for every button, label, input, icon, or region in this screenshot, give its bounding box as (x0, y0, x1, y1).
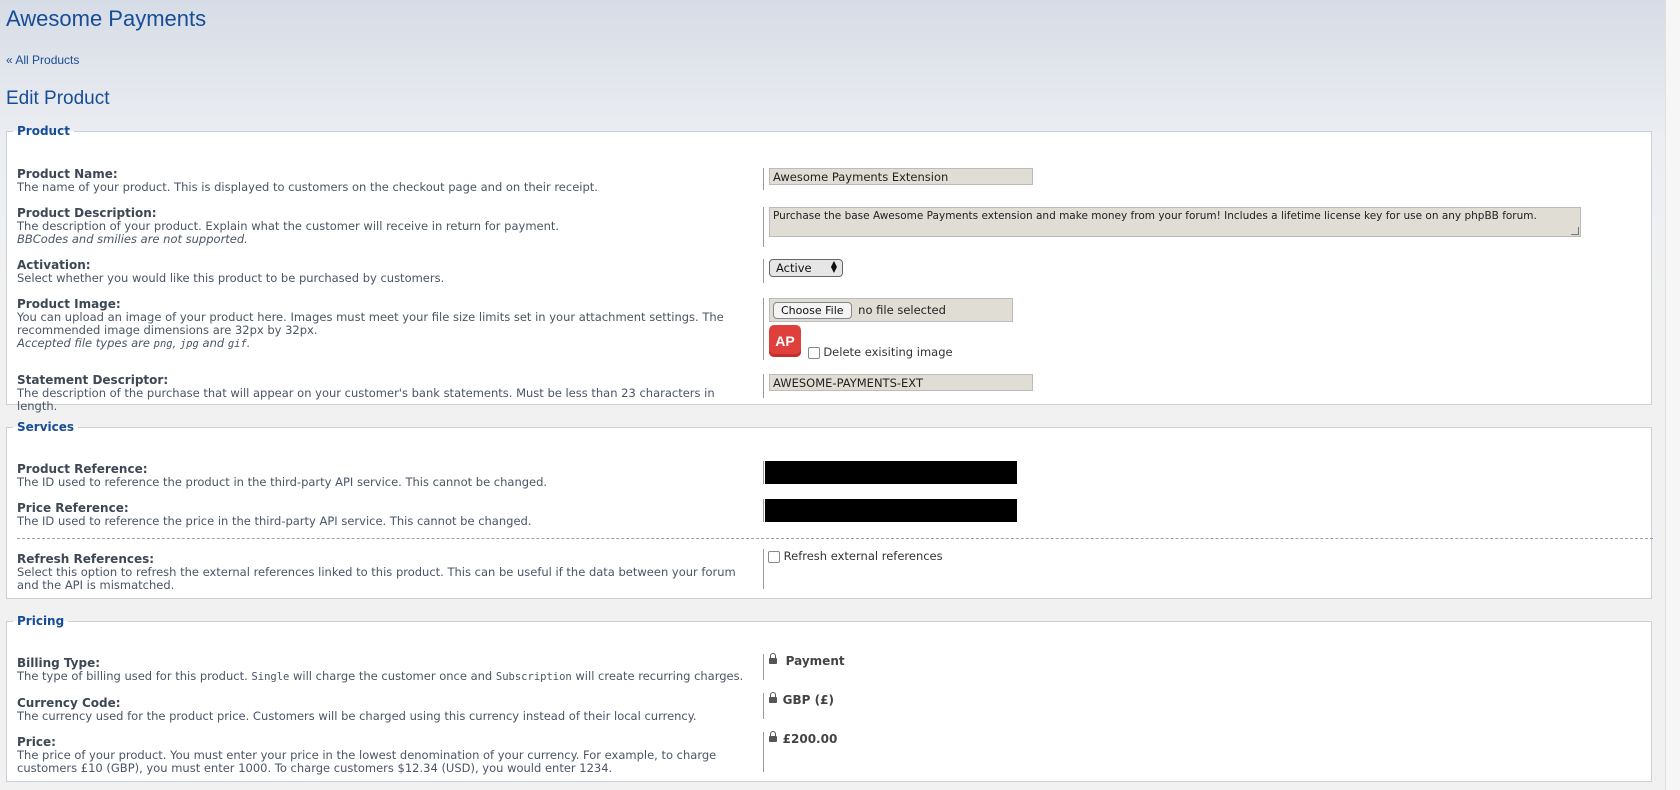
price-desc: The price of your product. You must ente… (17, 748, 717, 775)
statement-descriptor-input[interactable]: AWESOME-PAYMENTS-EXT (769, 374, 1033, 391)
choose-file-button[interactable]: Choose File (773, 302, 852, 319)
services-fieldset: Services Product Reference: The ID used … (6, 420, 1653, 599)
section-title: Edit Product (6, 88, 110, 109)
pricing-legend: Pricing (17, 614, 65, 628)
product-description-desc: The description of your product. Explain… (17, 219, 560, 233)
activation-select[interactable]: Active ▲ ▼ (769, 259, 843, 277)
product-description-textarea[interactable]: Purchase the base Awesome Payments exten… (769, 207, 1581, 237)
product-image-note: Accepted file types are png, jpg and gif… (17, 336, 251, 351)
product-description-note: BBCodes and smilies are not supported. (17, 232, 248, 246)
statement-descriptor-desc: The description of the purchase that wil… (17, 386, 715, 413)
product-image-file-input[interactable]: Choose File no file selected (769, 298, 1013, 322)
product-image-desc: You can upload an image of your product … (17, 310, 724, 337)
billing-type-value: Payment (785, 654, 845, 668)
product-reference-desc: The ID used to reference the product in … (17, 475, 548, 489)
currency-code-value: GBP (£) (782, 693, 834, 707)
divider (17, 538, 1653, 539)
services-legend: Services (17, 420, 75, 434)
refresh-references-checkbox-label: Refresh external references (783, 549, 943, 563)
product-name-input[interactable]: Awesome Payments Extension (769, 168, 1033, 185)
price-value: £200.00 (782, 732, 838, 746)
product-name-desc: The name of your product. This is displa… (17, 180, 598, 194)
activation-selected-value: Active (776, 261, 812, 275)
pricing-fieldset: Pricing Billing Type: The type of billin… (6, 614, 1652, 782)
price-reference-redacted (765, 499, 1017, 522)
lock-icon (769, 730, 777, 742)
file-status: no file selected (858, 303, 946, 317)
product-reference-redacted (765, 461, 1017, 484)
refresh-references-desc: Select this option to refresh the extern… (17, 565, 736, 592)
billing-type-desc: The type of billing used for this produc… (17, 669, 744, 684)
vertical-scrollbar[interactable] (1665, 0, 1680, 790)
page-title: Awesome Payments (6, 6, 207, 31)
product-fieldset: Product Product Name: The name of your p… (6, 124, 1652, 413)
price-reference-desc: The ID used to reference the price in th… (17, 514, 532, 528)
activation-desc: Select whether you would like this produ… (17, 271, 445, 285)
currency-code-desc: The currency used for the product price.… (17, 709, 697, 723)
lock-icon (769, 691, 777, 703)
product-legend: Product (17, 124, 70, 138)
resize-grip-icon[interactable] (1571, 227, 1579, 235)
delete-image-label: Delete exisiting image (823, 345, 953, 359)
all-products-link[interactable]: « All Products (6, 53, 79, 67)
refresh-references-checkbox[interactable] (768, 550, 780, 563)
select-arrows-icon: ▲ ▼ (830, 259, 837, 274)
lock-icon (769, 652, 777, 664)
product-image-preview: AP (769, 325, 801, 357)
product-description-value: Purchase the base Awesome Payments exten… (773, 210, 1537, 222)
delete-image-checkbox[interactable] (807, 346, 820, 359)
